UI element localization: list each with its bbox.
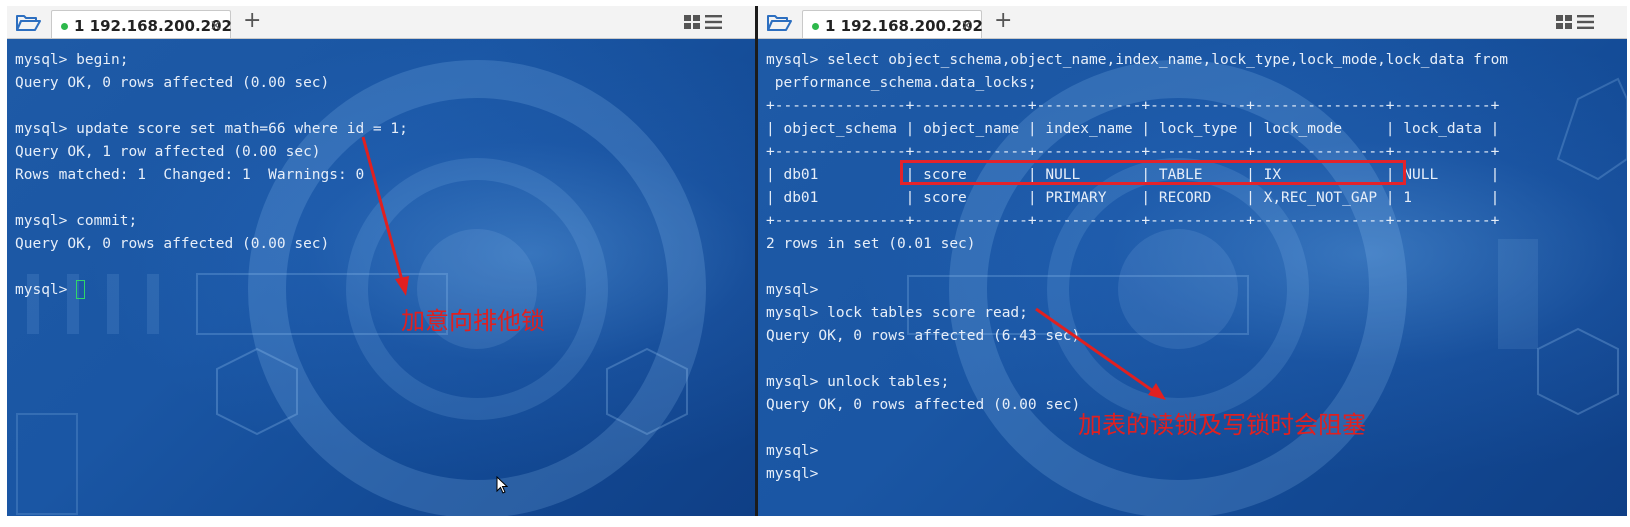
session-tab[interactable]: 1 192.168.200.202 × — [802, 10, 983, 38]
folder-open-icon[interactable] — [766, 11, 792, 33]
annotation-label: 加表的读锁及写锁时会阻塞 — [1078, 411, 1366, 439]
connected-status-icon — [812, 23, 819, 30]
tab-label: 1 192.168.200.202 — [74, 17, 232, 35]
left-terminal-window: 1 192.168.200.202 × + mysql> begin; Quer… — [7, 6, 755, 516]
add-tab-button[interactable]: + — [994, 8, 1012, 33]
hamburger-menu-icon[interactable] — [705, 15, 722, 29]
terminal-area[interactable]: mysql> begin; Query OK, 0 rows affected … — [7, 39, 755, 516]
terminal-area[interactable]: mysql> select object_schema,object_name,… — [758, 39, 1627, 516]
tab-bar: 1 192.168.200.202 × + — [7, 6, 755, 39]
mouse-pointer-icon — [496, 476, 508, 494]
annotation-arrow — [1035, 307, 1166, 400]
grid-layout-icon[interactable] — [1556, 15, 1572, 29]
grid-layout-icon[interactable] — [684, 15, 700, 29]
annotation-arrow — [361, 136, 409, 296]
folder-open-icon[interactable] — [15, 11, 41, 33]
right-terminal-window: 1 192.168.200.202 × + mysql> select obje… — [758, 6, 1627, 516]
close-tab-icon[interactable]: × — [209, 16, 222, 34]
hamburger-menu-icon[interactable] — [1577, 15, 1594, 29]
annotation-label: 加意向排他锁 — [401, 307, 545, 335]
tab-bar: 1 192.168.200.202 × + — [758, 6, 1627, 39]
connected-status-icon — [61, 23, 68, 30]
add-tab-button[interactable]: + — [243, 8, 261, 33]
tab-label: 1 192.168.200.202 — [825, 17, 983, 35]
session-tab[interactable]: 1 192.168.200.202 × — [51, 10, 232, 38]
close-tab-icon[interactable]: × — [960, 16, 973, 34]
